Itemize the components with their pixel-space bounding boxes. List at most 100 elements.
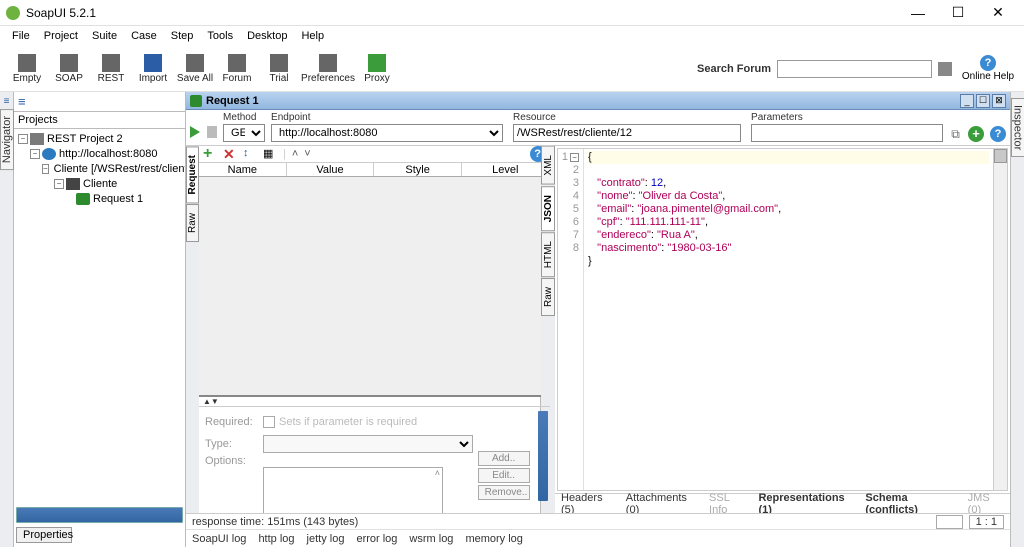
- log-soapui[interactable]: SoapUI log: [192, 533, 246, 545]
- move-icon[interactable]: ↕: [243, 147, 257, 161]
- properties-button[interactable]: Properties: [16, 527, 72, 543]
- menu-suite[interactable]: Suite: [86, 28, 123, 44]
- menu-file[interactable]: File: [6, 28, 36, 44]
- option-add-button[interactable]: Add..: [478, 451, 530, 466]
- close-button[interactable]: ✕: [978, 0, 1018, 26]
- config-icon[interactable]: ▦: [263, 147, 277, 161]
- tab-ssl-info[interactable]: SSL Info: [709, 492, 748, 514]
- help-button[interactable]: ?: [990, 126, 1006, 142]
- col-level[interactable]: Level: [462, 163, 550, 176]
- up-icon[interactable]: ˄: [292, 148, 298, 160]
- tab-res-jms[interactable]: JMS (0): [968, 492, 1004, 514]
- maximize-button[interactable]: ☐: [938, 0, 978, 26]
- json-viewer[interactable]: 1−2345678 { "contrato": 12, "nome": "Oli…: [557, 148, 1008, 491]
- tool-import[interactable]: Import: [132, 49, 174, 89]
- request-title-icon: [190, 95, 202, 107]
- col-name[interactable]: Name: [199, 163, 287, 176]
- run-button[interactable]: [190, 126, 201, 140]
- tree-request[interactable]: Request 1: [14, 191, 185, 206]
- tab-response-raw[interactable]: Raw: [541, 278, 555, 316]
- tree-service[interactable]: − Cliente [/WSRest/rest/cliente/12: [14, 161, 185, 176]
- tab-schema[interactable]: Schema (conflicts): [865, 492, 957, 514]
- menu-case[interactable]: Case: [125, 28, 163, 44]
- type-label: Type:: [205, 438, 263, 450]
- menu-step[interactable]: Step: [165, 28, 200, 44]
- add-icon[interactable]: +: [203, 147, 217, 161]
- inspector-sidebar: Inspector: [1010, 92, 1024, 547]
- tool-save-all[interactable]: Save All: [174, 49, 216, 89]
- tab-html[interactable]: HTML: [541, 232, 555, 277]
- menu-project[interactable]: Project: [38, 28, 84, 44]
- tool-empty[interactable]: Empty: [6, 49, 48, 89]
- caret-position: 1 : 1: [969, 515, 1004, 529]
- log-jetty[interactable]: jetty log: [307, 533, 345, 545]
- type-select[interactable]: [263, 435, 473, 453]
- options-list[interactable]: ˄: [263, 467, 443, 513]
- editor-close-icon[interactable]: ⊠: [992, 94, 1006, 108]
- option-edit-button[interactable]: Edit..: [478, 468, 530, 483]
- expander-icon[interactable]: −: [54, 179, 64, 189]
- params-config-icon[interactable]: ⧉: [949, 126, 962, 142]
- tab-request[interactable]: Request: [186, 146, 199, 203]
- menu-desktop[interactable]: Desktop: [241, 28, 293, 44]
- trial-icon: [270, 54, 288, 72]
- log-wsrm[interactable]: wsrm log: [409, 533, 453, 545]
- json-code[interactable]: { "contrato": 12, "nome": "Oliver da Cos…: [584, 149, 993, 490]
- response-scrollbar[interactable]: [993, 149, 1007, 490]
- delete-icon[interactable]: ✕: [223, 147, 237, 161]
- response-panel: XML JSON HTML Raw 1−2345678 { "contrato"…: [541, 146, 1010, 513]
- add-param-button[interactable]: +: [968, 126, 984, 142]
- menu-tools[interactable]: Tools: [201, 28, 239, 44]
- stop-button[interactable]: [207, 126, 217, 138]
- editor-title-text: Request 1: [206, 95, 259, 107]
- response-time-text: response time: 151ms (143 bytes): [192, 516, 358, 528]
- parameters-input[interactable]: [751, 124, 943, 142]
- tab-request-raw[interactable]: Raw: [186, 204, 199, 242]
- tree-root[interactable]: − REST Project 2: [14, 131, 185, 146]
- minimize-button[interactable]: —: [898, 0, 938, 26]
- required-hint: Sets if parameter is required: [279, 416, 417, 428]
- expander-icon[interactable]: −: [18, 134, 28, 144]
- search-go-icon[interactable]: [938, 62, 952, 76]
- log-error[interactable]: error log: [356, 533, 397, 545]
- tool-soap[interactable]: SOAP: [48, 49, 90, 89]
- required-checkbox[interactable]: [263, 416, 275, 428]
- tool-forum[interactable]: Forum: [216, 49, 258, 89]
- tool-preferences[interactable]: Preferences: [300, 49, 356, 89]
- navigator-scrollbar[interactable]: [16, 507, 183, 523]
- editor-min-icon[interactable]: _: [960, 94, 974, 108]
- online-help-button[interactable]: ? Online Help: [958, 55, 1018, 82]
- log-http[interactable]: http log: [258, 533, 294, 545]
- expander-icon[interactable]: −: [42, 164, 49, 174]
- tab-res-attachments[interactable]: Attachments (0): [626, 492, 699, 514]
- soap-icon: [60, 54, 78, 72]
- menu-help[interactable]: Help: [295, 28, 330, 44]
- log-memory[interactable]: memory log: [465, 533, 522, 545]
- tool-rest[interactable]: REST: [90, 49, 132, 89]
- tab-res-headers[interactable]: Headers (5): [561, 492, 616, 514]
- tool-proxy[interactable]: Proxy: [356, 49, 398, 89]
- tool-trial[interactable]: Trial: [258, 49, 300, 89]
- resource-input[interactable]: [513, 124, 741, 142]
- menu-bar: File Project Suite Case Step Tools Deskt…: [0, 26, 1024, 46]
- splitter-handle[interactable]: ▲▼: [199, 397, 550, 406]
- tab-json[interactable]: JSON: [541, 186, 555, 231]
- tree-resource[interactable]: − Cliente: [14, 176, 185, 191]
- editor-title-bar: Request 1 _ ☐ ⊠: [186, 92, 1010, 110]
- detail-scrollbar[interactable]: [538, 411, 548, 501]
- editor-max-icon[interactable]: ☐: [976, 94, 990, 108]
- param-table-body[interactable]: [199, 177, 550, 397]
- tree-endpoint[interactable]: − http://localhost:8080: [14, 146, 185, 161]
- method-select[interactable]: GET: [223, 124, 265, 142]
- down-icon[interactable]: ˅: [304, 148, 310, 160]
- option-remove-button[interactable]: Remove..: [478, 485, 530, 500]
- inspector-tab[interactable]: Inspector: [1011, 98, 1024, 157]
- expander-icon[interactable]: −: [30, 149, 40, 159]
- search-forum-input[interactable]: [777, 60, 932, 78]
- endpoint-select[interactable]: http://localhost:8080: [271, 124, 503, 142]
- col-style[interactable]: Style: [374, 163, 462, 176]
- tab-res-representations[interactable]: Representations (1): [758, 492, 855, 514]
- col-value[interactable]: Value: [287, 163, 375, 176]
- tab-xml[interactable]: XML: [541, 146, 555, 185]
- navigator-tab[interactable]: Navigator: [0, 109, 14, 170]
